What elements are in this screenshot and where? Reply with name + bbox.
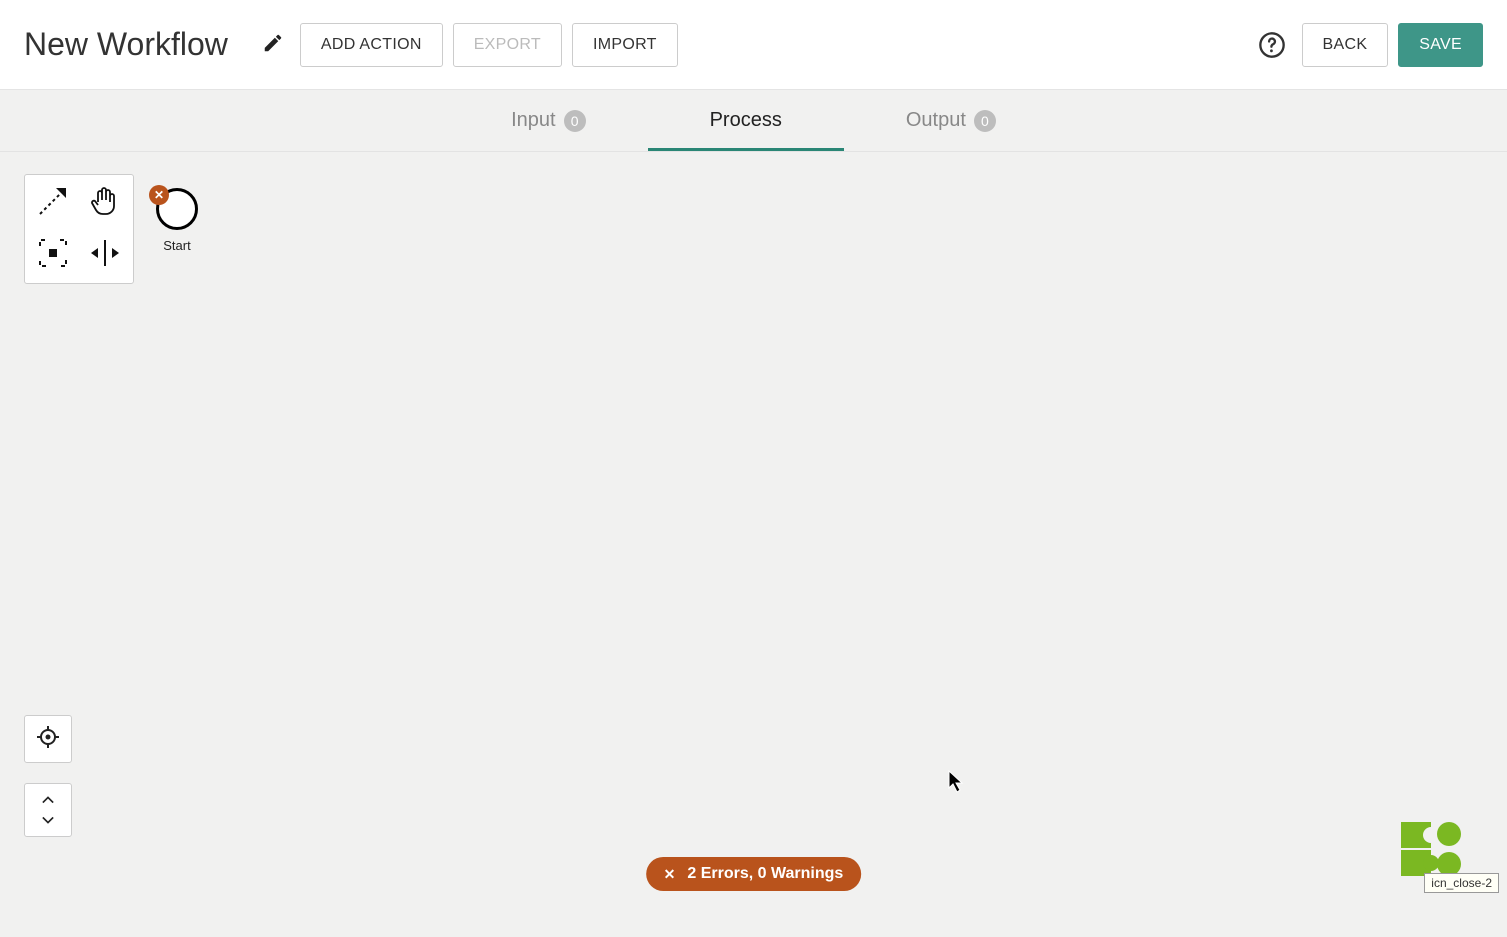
tab-input-label: Input xyxy=(511,109,555,132)
target-icon xyxy=(36,725,60,754)
tab-output-label: Output xyxy=(906,109,966,132)
start-node-label: Start xyxy=(156,238,198,253)
start-node-error-badge: ✕ xyxy=(149,185,169,205)
start-node-circle: ✕ xyxy=(156,188,198,230)
tool-palette xyxy=(24,174,134,284)
split-horizontal-icon xyxy=(88,236,122,275)
close-icon: ✕ xyxy=(154,189,164,201)
arrow-dashed-icon xyxy=(36,184,70,223)
chevron-up-icon xyxy=(42,791,54,809)
help-button[interactable] xyxy=(1252,25,1292,65)
workflow-canvas[interactable]: ✕ Start ✕ 2 Errors, 0 Warnings xyxy=(0,152,1507,937)
save-button[interactable]: SAVE xyxy=(1398,23,1483,67)
export-button[interactable]: EXPORT xyxy=(453,23,562,67)
pencil-icon xyxy=(262,32,284,57)
tool-arrow[interactable] xyxy=(29,179,77,227)
mouse-cursor xyxy=(948,770,966,799)
fit-screen-icon xyxy=(36,236,70,275)
start-node[interactable]: ✕ Start xyxy=(156,188,198,253)
header-bar: New Workflow ADD ACTION EXPORT IMPORT BA… xyxy=(0,0,1507,90)
close-icon: ✕ xyxy=(664,866,676,883)
tab-input[interactable]: Input 0 xyxy=(449,90,647,151)
tab-process-label: Process xyxy=(710,109,782,132)
tab-input-badge: 0 xyxy=(564,110,586,132)
tool-pan[interactable] xyxy=(81,179,129,227)
tool-fit[interactable] xyxy=(29,231,77,279)
hand-icon xyxy=(88,184,122,223)
tab-process[interactable]: Process xyxy=(648,90,844,151)
tool-split[interactable] xyxy=(81,231,129,279)
page-title: New Workflow xyxy=(24,26,228,63)
error-status-text: 2 Errors, 0 Warnings xyxy=(687,865,843,883)
import-button[interactable]: IMPORT xyxy=(572,23,678,67)
tab-output-badge: 0 xyxy=(974,110,996,132)
tooltip: icn_close-2 xyxy=(1424,873,1499,893)
chevron-down-icon xyxy=(42,811,54,829)
expand-collapse-button[interactable] xyxy=(24,783,72,837)
back-button[interactable]: BACK xyxy=(1302,23,1389,67)
help-icon xyxy=(1258,31,1286,59)
edit-title-button[interactable] xyxy=(256,26,290,63)
tab-output[interactable]: Output 0 xyxy=(844,90,1058,151)
add-action-button[interactable]: ADD ACTION xyxy=(300,23,443,67)
center-view-button[interactable] xyxy=(24,715,72,763)
error-status-pill[interactable]: ✕ 2 Errors, 0 Warnings xyxy=(646,857,862,891)
tabs-bar: Input 0 Process Output 0 xyxy=(0,90,1507,152)
